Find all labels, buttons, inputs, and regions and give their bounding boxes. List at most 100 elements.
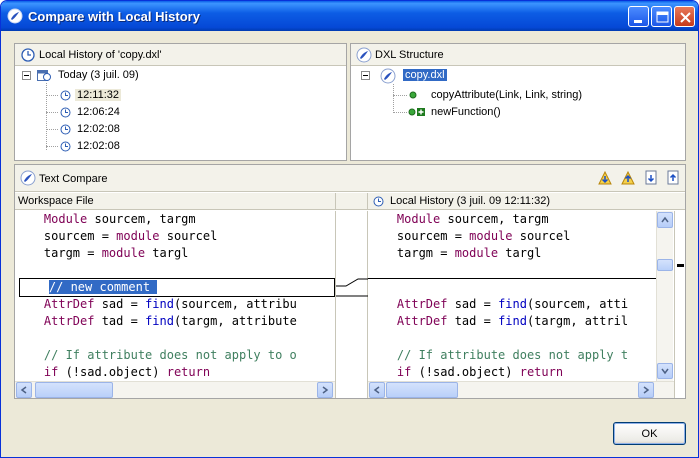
code-line: targm = module targl (368, 245, 656, 262)
tree-guide-line (46, 95, 58, 96)
code-token: module (469, 229, 513, 243)
diff-gap-line (368, 278, 656, 279)
dxl-child-label: copyAttribute(Link, Link, string) (431, 89, 583, 101)
dxl-structure-tree: copy.dxl copyAttribute(Link, Link, strin… (351, 66, 685, 160)
right-vertical-scrollbar[interactable] (656, 211, 673, 381)
code-token: module (101, 246, 146, 260)
scroll-thumb[interactable] (35, 382, 113, 398)
calendar-icon (37, 70, 51, 81)
code-token: Module (43, 212, 88, 226)
scroll-right-arrow[interactable] (317, 382, 333, 398)
minimize-icon (634, 20, 642, 23)
code-token: (targm, attribute (173, 314, 297, 328)
code-token: (sourcem, attribu (173, 297, 297, 311)
dxl-file-icon (380, 68, 396, 84)
dxl-root-node[interactable]: copy.dxl (403, 67, 447, 84)
code-token: targm = (15, 246, 102, 260)
code-line: // new comment (19, 278, 335, 297)
code-token: module (116, 229, 160, 243)
dxl-child-node[interactable]: newFunction() (431, 104, 501, 121)
tree-guide-line (393, 112, 407, 113)
code-token: if (43, 365, 59, 379)
center-pane-header (335, 193, 368, 210)
title-bar[interactable]: Compare with Local History (1, 1, 698, 31)
tree-guide-line (46, 129, 58, 130)
previous-difference-icon[interactable] (620, 169, 637, 186)
code-token: sourcem, targm (440, 212, 549, 226)
code-line: AttrDef sad = find(sourcem, atti (368, 296, 656, 313)
dialog-window: Compare with Local History Local History… (0, 0, 699, 458)
added-function-icon (408, 108, 425, 116)
scroll-left-arrow[interactable] (369, 382, 385, 398)
collapse-toggle[interactable] (22, 71, 31, 80)
collapse-toggle[interactable] (361, 71, 370, 80)
left-code-view[interactable]: Module sourcem, targm sourcem = module s… (15, 211, 335, 381)
code-token: sourcel (159, 229, 218, 243)
maximize-button[interactable] (651, 6, 672, 27)
scroll-left-arrow[interactable] (16, 382, 32, 398)
left-pane-title: Workspace File (18, 195, 94, 207)
minimize-button[interactable] (628, 6, 649, 27)
code-token: return (166, 365, 211, 379)
scrollbar-corner (656, 381, 674, 398)
history-group-label: Today (3 juil. 09) (58, 69, 139, 81)
code-line: sourcem = module sourcel (368, 228, 656, 245)
code-token: find (145, 314, 174, 328)
right-code-view[interactable]: Module sourcem, targm sourcem = module s… (368, 211, 656, 381)
scroll-thumb[interactable] (386, 382, 458, 398)
code-line: targm = module targl (15, 245, 335, 262)
scroll-right-arrow[interactable] (638, 382, 654, 398)
code-token: targl (145, 246, 189, 260)
code-token: sourcem, targm (87, 212, 196, 226)
code-line: Module sourcem, targm (368, 211, 656, 228)
code-line: AttrDef tad = find(targm, attril (368, 313, 656, 330)
code-token: (!sad.object) (411, 365, 520, 379)
code-token: (sourcem, atti (526, 297, 629, 311)
code-token: tad = (94, 314, 146, 328)
left-horizontal-scrollbar[interactable] (15, 381, 335, 398)
history-group-today[interactable]: Today (3 juil. 09) (58, 67, 139, 84)
history-entry-label: 12:11:32 (75, 89, 122, 101)
code-line: if (!sad.object) return (368, 364, 656, 381)
dxl-structure-title: DXL Structure (375, 49, 444, 61)
code-token: return (519, 365, 564, 379)
clock-icon (60, 141, 71, 152)
scroll-up-arrow[interactable] (657, 212, 673, 228)
chevron-right-icon (643, 386, 650, 394)
history-entry[interactable]: 12:11:32 (75, 87, 122, 104)
code-line: if (!sad.object) return (15, 364, 335, 381)
dxl-child-node[interactable]: copyAttribute(Link, Link, string) (431, 87, 582, 104)
tree-guide-line (46, 146, 58, 147)
previous-change-icon[interactable] (665, 169, 682, 186)
scroll-down-arrow[interactable] (657, 363, 673, 379)
next-change-icon[interactable] (643, 169, 660, 186)
diff-marker[interactable] (677, 264, 684, 267)
ok-button[interactable]: OK (613, 422, 686, 445)
history-entry[interactable]: 12:06:24 (77, 104, 120, 121)
right-horizontal-scrollbar[interactable] (368, 381, 656, 398)
history-entry[interactable]: 12:02:08 (77, 121, 120, 138)
history-icon (21, 48, 35, 62)
clock-icon (373, 196, 384, 207)
code-line: Module sourcem, targm (15, 211, 335, 228)
eclipse-app-icon (7, 8, 23, 24)
clock-icon (60, 107, 71, 118)
code-line: AttrDef tad = find(targm, attribute (15, 313, 335, 330)
overview-ruler[interactable] (674, 211, 685, 398)
history-entry[interactable]: 12:02:08 (77, 138, 120, 155)
scroll-thumb[interactable] (657, 259, 673, 271)
dxl-child-label: newFunction() (431, 106, 501, 118)
next-difference-icon[interactable] (597, 169, 614, 186)
close-button[interactable] (674, 6, 695, 27)
